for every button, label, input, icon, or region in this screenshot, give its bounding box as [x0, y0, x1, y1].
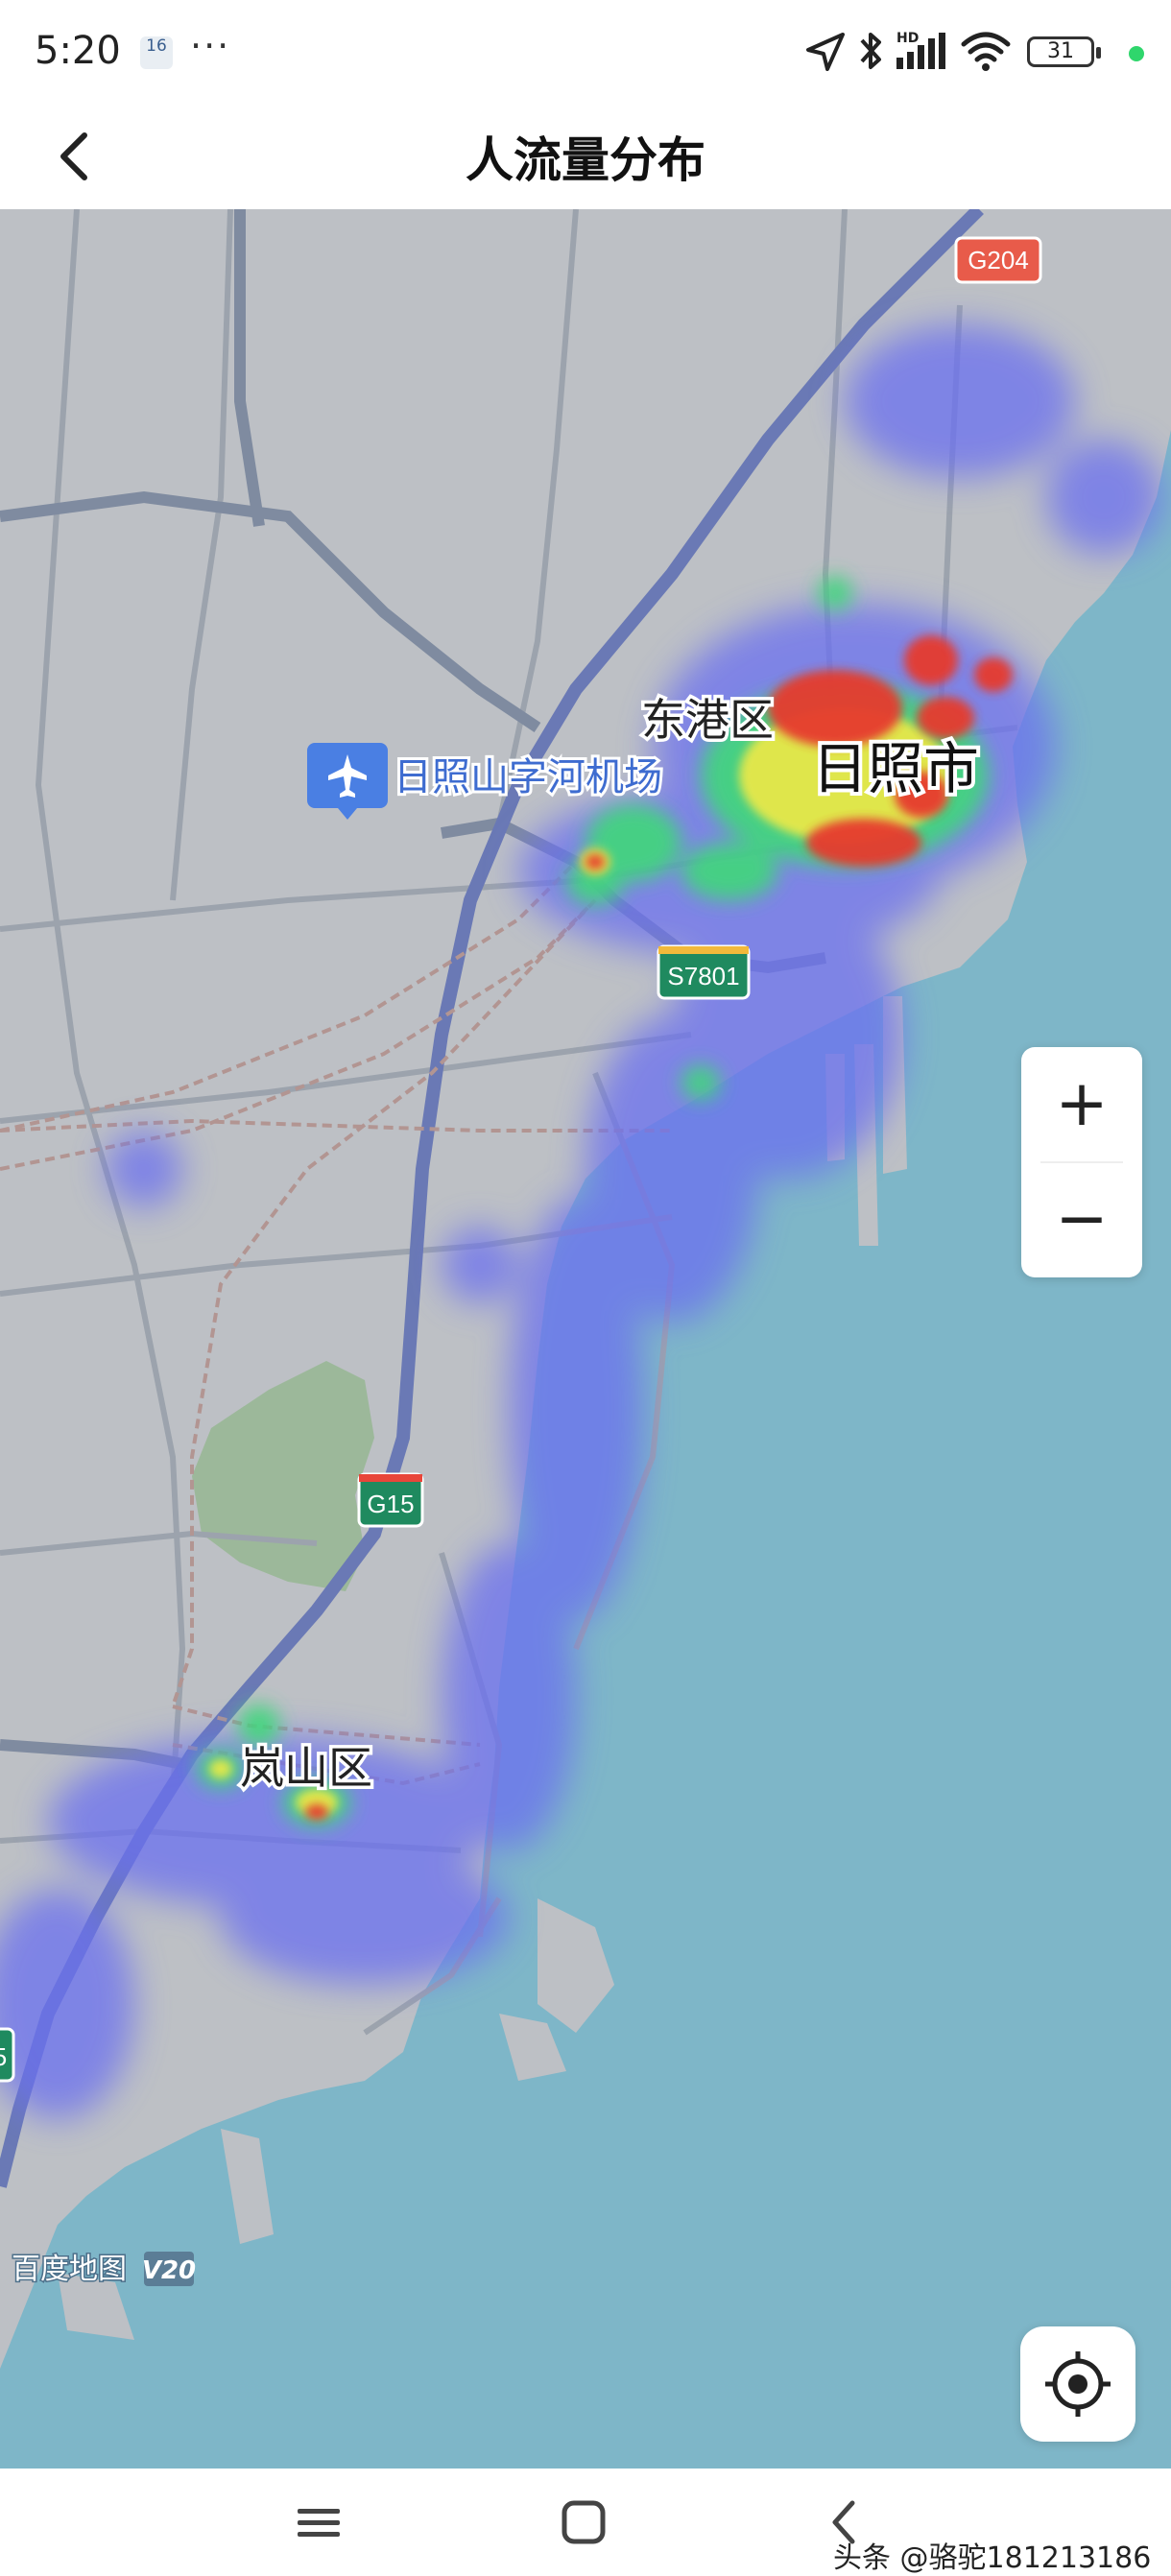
menu-icon — [298, 2509, 340, 2537]
crosshair-icon — [1045, 2351, 1111, 2417]
svg-text:G204: G204 — [968, 246, 1029, 274]
home-square-icon — [562, 2500, 606, 2544]
zoom-control: + − — [1021, 1047, 1142, 1277]
road-shield-edge: 5 — [0, 2027, 15, 2083]
airport-icon[interactable] — [307, 743, 388, 820]
svg-text:G15: G15 — [367, 1490, 414, 1518]
map-canvas[interactable]: G204 S7801 G15 5 日照山字河机场 东港区 日照市 岚山区 百度地… — [0, 209, 1171, 2469]
nav-bar: 人流量分布 — [0, 101, 1171, 209]
road-shield-s7801: S7801 — [657, 944, 751, 1000]
chevron-left-icon — [60, 132, 87, 180]
baidu-map-logo: 百度地图 V20 — [11, 2252, 197, 2288]
forest-area — [192, 1361, 374, 1591]
hd-signal-icon: HD — [896, 31, 945, 69]
heatmap-map[interactable]: G204 S7801 G15 5 日照山字河机场 东港区 日照市 岚山区 百度地… — [0, 209, 1171, 2469]
zoom-out-button[interactable]: − — [1021, 1162, 1142, 1276]
page-title: 人流量分布 — [466, 132, 705, 188]
locate-me-button[interactable] — [1020, 2326, 1135, 2442]
svg-text:5: 5 — [0, 2042, 7, 2071]
road-shield-g15: G15 — [357, 1472, 424, 1528]
zoom-in-button[interactable]: + — [1021, 1047, 1142, 1160]
city-label-rizhao[interactable]: 日照市 — [808, 732, 983, 805]
green-dot-icon — [1129, 46, 1144, 61]
battery-icon: 31 — [1027, 36, 1101, 67]
road-shield-g204: G204 — [954, 236, 1042, 284]
home-button[interactable] — [545, 2488, 622, 2555]
watermark: 头条 @骆驼181213186 — [833, 2541, 1152, 2575]
wifi-icon — [961, 32, 1011, 71]
bluetooth-icon — [860, 33, 881, 69]
status-bar: 5:20 16 ··· HD 31 — [0, 0, 1171, 101]
district-label-donggang[interactable]: 东港区 — [638, 691, 777, 750]
svg-text:V20: V20 — [142, 2256, 196, 2285]
status-time: 5:20 — [35, 29, 121, 73]
menu-button[interactable] — [280, 2488, 357, 2555]
svg-text:百度地图: 百度地图 — [12, 2253, 127, 2286]
location-arrow-icon — [806, 33, 845, 71]
back-button[interactable] — [46, 122, 104, 185]
svg-text:HD: HD — [896, 31, 919, 46]
district-label-lanshan[interactable]: 岚山区 — [237, 1739, 376, 1798]
airport-label[interactable]: 日照山字河机场 — [391, 752, 665, 802]
more-dots: ··· — [190, 25, 231, 67]
calendar-badge-icon: 16 — [140, 36, 173, 69]
svg-text:S7801: S7801 — [667, 962, 739, 990]
